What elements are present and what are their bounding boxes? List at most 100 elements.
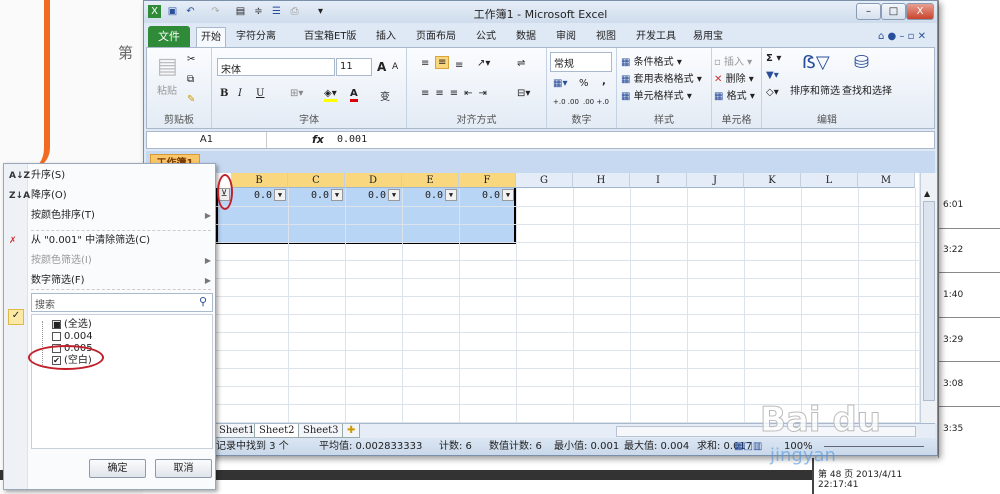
find-select-button[interactable]: 查找和选择 (842, 82, 892, 97)
insert-sheet-icon[interactable]: ✚ (342, 424, 361, 438)
cell[interactable]: 0.0 ▼ (345, 188, 400, 204)
tab-home[interactable]: 开始 (196, 27, 226, 47)
paste-button[interactable]: 粘贴 (157, 82, 177, 97)
close-button[interactable]: X (906, 3, 934, 20)
cancel-button[interactable]: 取消 (155, 459, 212, 478)
binoculars-icon[interactable]: ⛁ (854, 52, 869, 73)
column-header-M[interactable]: M (858, 173, 915, 188)
tab-developer[interactable]: 开发工具 (632, 27, 680, 47)
filter-dropdown-icon[interactable]: ▼ (445, 189, 457, 201)
scroll-thumb[interactable] (923, 201, 935, 401)
delete-cells-button[interactable]: ✕ 删除 ▾ (714, 70, 754, 85)
filter-dropdown-icon[interactable]: ▼ (274, 189, 286, 201)
tab-data[interactable]: 数据 (512, 27, 540, 47)
tab-formulas[interactable]: 公式 (472, 27, 500, 47)
wrap-text-icon[interactable]: ⇌ (517, 58, 525, 69)
sort-filter-icon[interactable]: ẞ▽ (802, 52, 830, 73)
increase-decimal-button[interactable]: +.0 .00 (553, 98, 579, 106)
column-header-D[interactable]: D (345, 173, 402, 188)
tab-view[interactable]: 视图 (592, 27, 620, 47)
cell[interactable]: 0.0 ▼ (288, 188, 343, 204)
sheet-tab[interactable]: Sheet1 (214, 424, 260, 438)
tab-insert[interactable]: 插入 (372, 27, 400, 47)
view-buttons[interactable]: ▦□▥ (734, 438, 762, 455)
sort-filter-button[interactable]: 排序和筛选 (790, 82, 840, 97)
insert-cells-button[interactable]: ▫ 插入 ▾ (714, 53, 752, 68)
vertical-scrollbar[interactable]: ▲ (920, 173, 937, 423)
italic-button[interactable]: I (238, 88, 242, 99)
column-header-F[interactable]: F (459, 173, 516, 188)
menu-item[interactable]: 数字筛选(F) ▶ (31, 272, 211, 290)
cell[interactable]: 0.0 ▼ (402, 188, 457, 204)
column-header-K[interactable]: K (744, 173, 801, 188)
checkbox[interactable] (52, 331, 61, 341)
tab-easy[interactable]: 易用宝 (689, 27, 727, 47)
minimize-button[interactable]: – (856, 3, 881, 20)
decrease-decimal-button[interactable]: .00 +.0 (583, 98, 609, 106)
column-header-E[interactable]: E (402, 173, 459, 188)
tab-char-split[interactable]: 字符分离 (232, 27, 280, 47)
filter-dropdown-icon[interactable]: ▼ (331, 189, 343, 201)
scroll-up-icon[interactable]: ▲ (924, 189, 930, 198)
zoom-slider[interactable] (824, 446, 924, 447)
align-middle-icon[interactable]: ≡ (435, 56, 450, 69)
merge-icon[interactable]: ⊟▾ (517, 88, 530, 99)
checkbox[interactable]: ■ (52, 319, 61, 329)
filter-dropdown-icon[interactable]: ▼ (502, 189, 514, 201)
name-box[interactable]: A1 (147, 132, 267, 148)
column-header-B[interactable]: B (231, 173, 288, 188)
sheet-tab[interactable]: Sheet3 (298, 424, 344, 438)
align-bottom-icon[interactable]: ≡ (455, 60, 463, 71)
format-as-table-button[interactable]: ▦ 套用表格格式 ▾ (621, 70, 702, 85)
format-painter-icon[interactable]: ✎ (187, 94, 195, 105)
cell-styles-button[interactable]: ▦ 单元格样式 ▾ (621, 87, 692, 102)
maximize-button[interactable]: □ (881, 3, 906, 20)
paste-icon[interactable]: ▤ (157, 54, 178, 79)
column-header-I[interactable]: I (630, 173, 687, 188)
menu-item[interactable]: 按颜色筛选(I) ▶ (31, 252, 211, 270)
grow-font-button[interactable]: A (377, 60, 386, 74)
bold-button[interactable]: B (220, 88, 228, 99)
spreadsheet-grid[interactable]: ⊻ BCDEFGHIJKLM 0.0 ▼ 0.0 ▼ 0.0 ▼ 0.0 ▼ 0.0 ▼ (146, 173, 919, 423)
align-top-icon[interactable]: ≡ (421, 58, 429, 69)
conditional-format-button[interactable]: ▦ 条件格式 ▾ (621, 53, 682, 68)
orientation-icon[interactable]: ↗▾ (477, 58, 490, 69)
tab-file[interactable]: 文件 (148, 26, 190, 47)
cut-icon[interactable]: ✂ (187, 54, 195, 65)
number-format-select[interactable]: 常规 (550, 52, 612, 72)
currency-icon[interactable]: ▦▾ (553, 78, 567, 89)
menu-item[interactable]: 按颜色排序(T) ▶ (31, 207, 211, 225)
align-icons[interactable]: ≡≡≡⇤⇥ (421, 88, 493, 99)
menu-item[interactable]: 升序(S) (31, 167, 211, 185)
sheet-tab-active[interactable]: Sheet2 (254, 424, 300, 438)
font-size-select[interactable]: 11 (336, 58, 372, 76)
percent-button[interactable]: % (579, 78, 589, 89)
column-header-J[interactable]: J (687, 173, 744, 188)
filter-list-item[interactable]: 0.004 (52, 331, 93, 343)
font-color-button[interactable]: A (350, 88, 358, 102)
fill-color-icon[interactable]: ◈▾ (324, 88, 337, 102)
column-header-L[interactable]: L (801, 173, 858, 188)
format-cells-button[interactable]: ▦ 格式 ▾ (714, 87, 755, 102)
copy-icon[interactable]: ⧉ (187, 74, 194, 85)
formula-input[interactable]: 0.001 (337, 134, 367, 145)
column-header-C[interactable]: C (288, 173, 345, 188)
autosum-button[interactable]: Σ ▾ (766, 53, 781, 64)
tab-page-layout[interactable]: 页面布局 (412, 27, 460, 47)
border-icon[interactable]: ⊞▾ (290, 88, 303, 99)
column-header-H[interactable]: H (573, 173, 630, 188)
ok-button[interactable]: 确定 (89, 459, 146, 478)
tab-baibaoxiang[interactable]: 百宝箱ET版 (300, 27, 360, 47)
column-header-G[interactable]: G (516, 173, 573, 188)
menu-item[interactable]: 从 "0.001" 中清除筛选(C) (31, 232, 211, 250)
filter-dropdown-icon[interactable]: ▼ (388, 189, 400, 201)
fill-icon[interactable]: ▼▾ (766, 70, 779, 81)
cell[interactable]: 0.0 ▼ (231, 188, 286, 204)
cell[interactable]: 0.0 ▼ (459, 188, 514, 204)
underline-button[interactable]: U (256, 88, 264, 99)
tab-review[interactable]: 审阅 (552, 27, 580, 47)
help-icon[interactable]: ⌂ ● – ▫ ✕ (874, 27, 930, 47)
comma-button[interactable]: , (602, 76, 606, 87)
menu-item[interactable]: 降序(O) (31, 187, 211, 205)
font-name-select[interactable]: 宋体 (217, 58, 335, 76)
